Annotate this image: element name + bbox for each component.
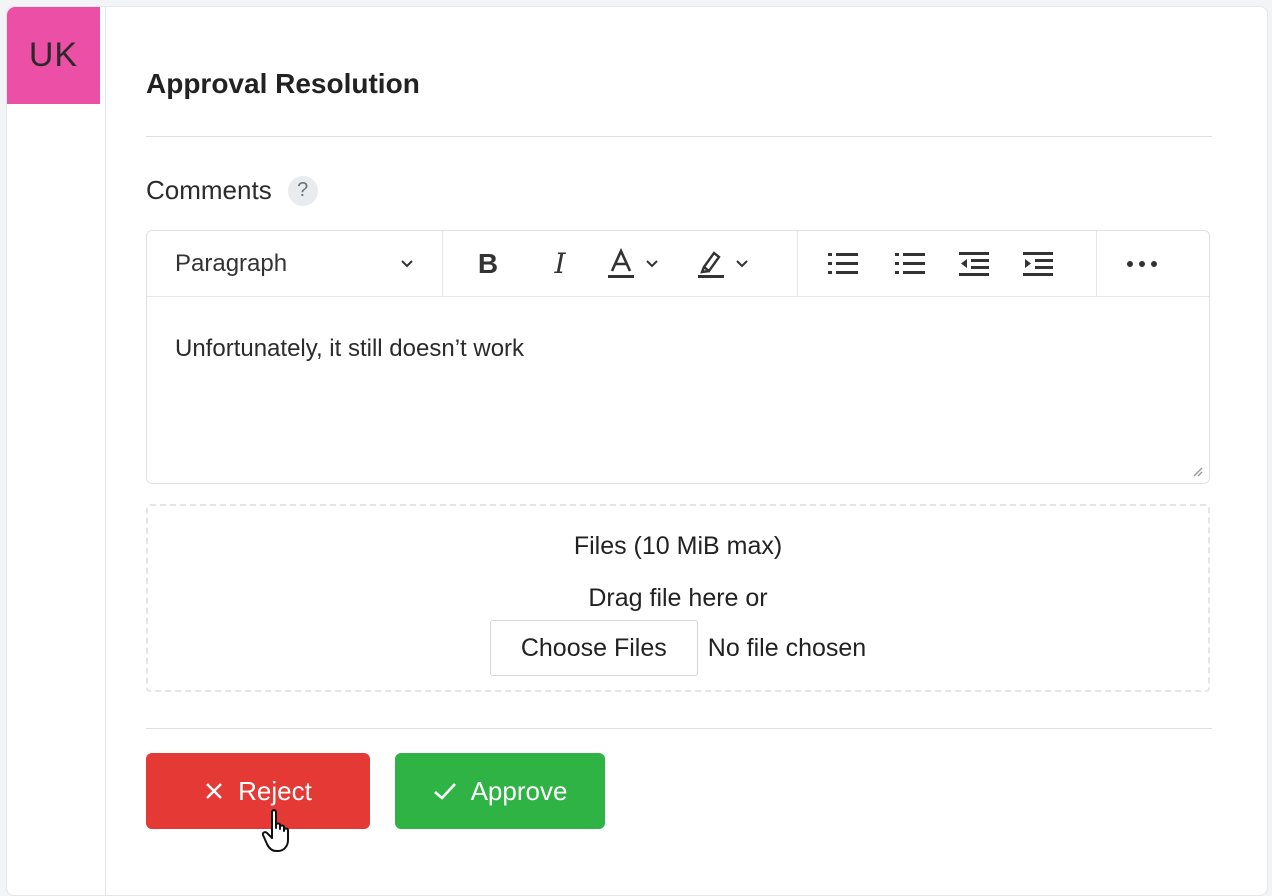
- indent-icon: [1023, 251, 1053, 276]
- file-input: Choose Files No file chosen: [148, 620, 1208, 676]
- numbered-list-icon: [895, 252, 925, 274]
- italic-icon: I: [554, 247, 566, 280]
- title-divider: [146, 136, 1212, 137]
- comments-label-row: Comments ?: [146, 175, 318, 206]
- help-icon[interactable]: ?: [287, 175, 318, 206]
- outdent-button[interactable]: [942, 231, 1006, 297]
- drag-hint: Drag file here or: [588, 584, 768, 612]
- block-style-value: Paragraph: [175, 249, 288, 277]
- editor-toolbar: Paragraph B I: [147, 231, 1209, 297]
- check-icon: [433, 783, 456, 800]
- outdent-icon: [959, 251, 989, 276]
- resize-handle-icon[interactable]: [1191, 465, 1203, 477]
- reject-button[interactable]: Reject: [146, 753, 370, 829]
- toolbar-separator: [797, 231, 798, 297]
- avatar: UK: [7, 7, 100, 104]
- approve-label: Approve: [470, 775, 568, 806]
- avatar-initials: UK: [28, 36, 79, 74]
- more-icon: [1127, 260, 1157, 267]
- text-color-icon: [608, 247, 634, 278]
- bullet-list-icon: [828, 252, 858, 274]
- bullet-list-button[interactable]: [808, 231, 878, 297]
- actions-divider: [146, 728, 1212, 729]
- comments-label: Comments: [146, 175, 272, 205]
- choose-files-button[interactable]: Choose Files: [489, 620, 698, 676]
- section-title: Approval Resolution: [146, 68, 420, 99]
- bold-button[interactable]: B: [443, 231, 533, 297]
- numbered-list-button[interactable]: [878, 231, 942, 297]
- comments-editor: Paragraph B I Unfortunately, it still do…: [146, 230, 1210, 484]
- highlight-icon: [698, 250, 724, 278]
- block-style-select[interactable]: Paragraph: [147, 231, 443, 297]
- italic-button[interactable]: I: [533, 231, 587, 297]
- file-dropzone[interactable]: Files (10 MiB max) Drag file here or Cho…: [146, 504, 1210, 692]
- indent-button[interactable]: [1006, 231, 1070, 297]
- file-status: No file chosen: [707, 633, 867, 662]
- sidebar-divider: [105, 7, 106, 895]
- chevron-down-icon: [646, 259, 658, 267]
- more-options-button[interactable]: [1097, 231, 1187, 297]
- highlight-button[interactable]: [677, 231, 767, 297]
- approve-button[interactable]: Approve: [395, 753, 605, 829]
- hand-cursor-icon: [262, 809, 289, 852]
- reject-label: Reject: [238, 775, 312, 806]
- chevron-down-icon: [736, 259, 748, 267]
- bold-icon: B: [477, 247, 499, 279]
- comments-textarea[interactable]: Unfortunately, it still doesn’t work: [147, 297, 1209, 401]
- files-title: Files (10 MiB max): [573, 532, 783, 560]
- text-color-button[interactable]: [587, 231, 677, 297]
- chevron-down-icon: [401, 259, 413, 267]
- close-icon: [206, 783, 222, 799]
